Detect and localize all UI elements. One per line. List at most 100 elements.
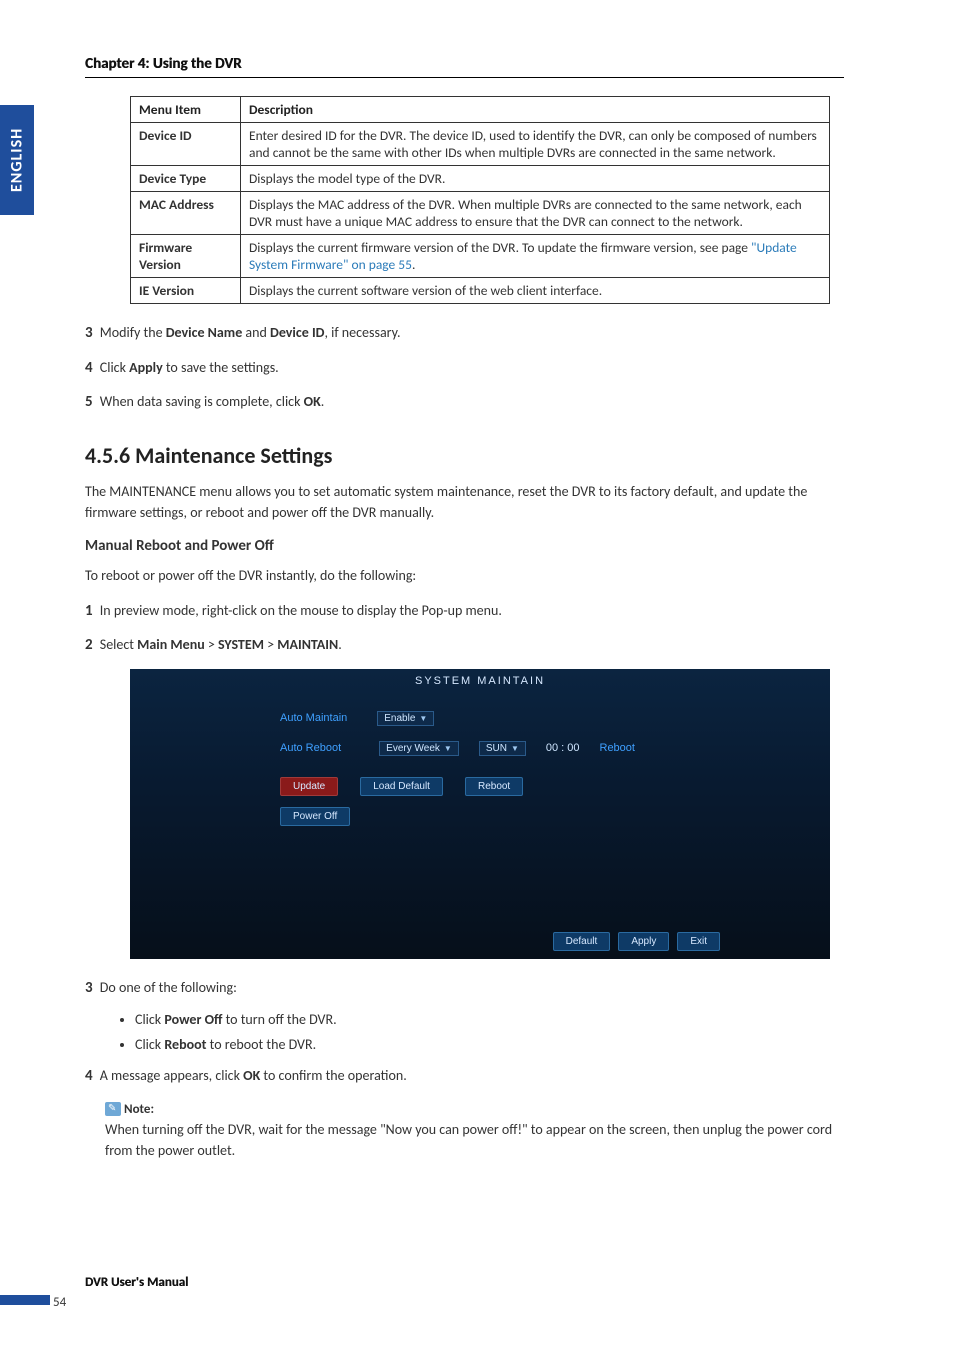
cell-menu-item: Device ID bbox=[131, 123, 241, 166]
step-number: 2 bbox=[85, 636, 93, 654]
auto-reboot-label: Auto Reboot bbox=[280, 742, 341, 754]
text: > bbox=[264, 636, 277, 653]
select-value: Enable bbox=[384, 713, 415, 724]
bold-text: Apply bbox=[129, 359, 163, 376]
step-3c: 3 Do one of the following: bbox=[85, 977, 844, 1000]
default-button[interactable]: Default bbox=[553, 932, 611, 951]
step-number: 1 bbox=[85, 602, 93, 620]
cell-description: Enter desired ID for the DVR. The device… bbox=[241, 123, 830, 166]
note-label: Note: bbox=[124, 1102, 154, 1117]
every-week-select[interactable]: Every Week ▼ bbox=[379, 741, 459, 756]
footer-bar bbox=[0, 1295, 50, 1305]
step-number: 4 bbox=[85, 359, 93, 377]
info-table: Menu Item Description Device ID Enter de… bbox=[130, 96, 830, 304]
time-value: 00 : 00 bbox=[546, 742, 580, 754]
table-row: Device Type Displays the model type of t… bbox=[131, 166, 830, 192]
cell-description: Displays the current software version of… bbox=[241, 278, 830, 304]
bold-text: OK bbox=[304, 393, 321, 410]
step-number: 4 bbox=[85, 1067, 93, 1085]
day-select[interactable]: SUN ▼ bbox=[479, 741, 526, 756]
text: to confirm the operation. bbox=[260, 1067, 407, 1084]
cell-menu-item: IE Version bbox=[131, 278, 241, 304]
page-content: Chapter 4: Using the DVR Menu Item Descr… bbox=[85, 55, 844, 1161]
bold-text: OK bbox=[243, 1067, 260, 1084]
note-text: When turning off the DVR, wait for the m… bbox=[105, 1119, 844, 1161]
table-row: MAC Address Displays the MAC address of … bbox=[131, 192, 830, 235]
language-tab: ENGLISH bbox=[0, 105, 34, 215]
select-value: SUN bbox=[486, 743, 507, 754]
bold-text: Device ID bbox=[270, 324, 325, 341]
sub-intro: To reboot or power off the DVR instantly… bbox=[85, 565, 844, 586]
chevron-down-icon: ▼ bbox=[419, 714, 427, 723]
load-default-button[interactable]: Load Default bbox=[360, 777, 443, 796]
bold-text: MAINTAIN bbox=[277, 636, 338, 653]
text: . bbox=[321, 393, 325, 410]
step-5: 5 When data saving is complete, click OK… bbox=[85, 391, 844, 414]
section-heading: 4.5.6 Maintenance Settings bbox=[85, 442, 844, 469]
cell-description: Displays the current firmware version of… bbox=[241, 235, 830, 278]
text: . bbox=[412, 256, 415, 273]
list-item: Click Power Off to turn off the DVR. bbox=[135, 1011, 844, 1028]
exit-button[interactable]: Exit bbox=[677, 932, 720, 951]
text: to save the settings. bbox=[163, 359, 279, 376]
text: Do one of the following: bbox=[100, 979, 237, 996]
auto-maintain-label: Auto Maintain bbox=[280, 712, 347, 724]
cell-description: Displays the model type of the DVR. bbox=[241, 166, 830, 192]
list-item: Click Reboot to reboot the DVR. bbox=[135, 1036, 844, 1053]
text: A message appears, click bbox=[100, 1067, 243, 1084]
text: and bbox=[242, 324, 270, 341]
note-icon bbox=[105, 1102, 121, 1116]
text: to reboot the DVR. bbox=[207, 1036, 317, 1053]
table-row: Firmware Version Displays the current fi… bbox=[131, 235, 830, 278]
chapter-title: Chapter 4: Using the DVR bbox=[85, 55, 844, 78]
text: Click bbox=[100, 359, 129, 376]
page-number: 54 bbox=[53, 1295, 66, 1310]
sub-heading: Manual Reboot and Power Off bbox=[85, 537, 844, 555]
text: Select bbox=[100, 636, 137, 653]
update-button[interactable]: Update bbox=[280, 777, 338, 796]
screenshot-title: SYSTEM MAINTAIN bbox=[130, 675, 830, 687]
step-3: 3 Modify the Device Name and Device ID, … bbox=[85, 322, 844, 345]
step-number: 3 bbox=[85, 979, 93, 997]
cell-menu-item: MAC Address bbox=[131, 192, 241, 235]
chevron-down-icon: ▼ bbox=[511, 744, 519, 753]
select-value: Every Week bbox=[386, 743, 440, 754]
bold-text: Reboot bbox=[164, 1036, 206, 1053]
table-row: Device ID Enter desired ID for the DVR. … bbox=[131, 123, 830, 166]
power-off-button[interactable]: Power Off bbox=[280, 807, 350, 826]
step-number: 5 bbox=[85, 393, 93, 411]
system-maintain-screenshot: SYSTEM MAINTAIN Auto Maintain Enable ▼ Au… bbox=[130, 669, 830, 959]
bullet-list: Click Power Off to turn off the DVR. Cli… bbox=[115, 1011, 844, 1053]
text: Modify the bbox=[100, 324, 166, 341]
text: In preview mode, right-click on the mous… bbox=[100, 602, 502, 619]
table-header-row: Menu Item Description bbox=[131, 97, 830, 123]
text: Displays the current firmware version of… bbox=[249, 239, 751, 256]
bold-text: Main Menu bbox=[137, 636, 205, 653]
reboot-button[interactable]: Reboot bbox=[465, 777, 523, 796]
table-row: IE Version Displays the current software… bbox=[131, 278, 830, 304]
note-block: Note: When turning off the DVR, wait for… bbox=[105, 1100, 844, 1161]
text: When data saving is complete, click bbox=[100, 393, 304, 410]
chevron-down-icon: ▼ bbox=[444, 744, 452, 753]
bold-text: Power Off bbox=[164, 1011, 222, 1028]
footer-manual: DVR User's Manual bbox=[85, 1275, 188, 1290]
th-menu-item: Menu Item bbox=[131, 97, 241, 123]
text: . bbox=[338, 636, 342, 653]
text: , if necessary. bbox=[325, 324, 401, 341]
step-2b: 2 Select Main Menu > SYSTEM > MAINTAIN. bbox=[85, 634, 844, 657]
step-4c: 4 A message appears, click OK to confirm… bbox=[85, 1065, 844, 1088]
step-1b: 1 In preview mode, right-click on the mo… bbox=[85, 600, 844, 623]
reboot-label: Reboot bbox=[600, 742, 635, 754]
enable-select[interactable]: Enable ▼ bbox=[377, 711, 434, 726]
section-intro: The MAINTENANCE menu allows you to set a… bbox=[85, 481, 844, 523]
apply-button[interactable]: Apply bbox=[618, 932, 669, 951]
text: Click bbox=[135, 1011, 164, 1028]
cell-description: Displays the MAC address of the DVR. Whe… bbox=[241, 192, 830, 235]
th-description: Description bbox=[241, 97, 830, 123]
bold-text: Device Name bbox=[166, 324, 243, 341]
step-number: 3 bbox=[85, 324, 93, 342]
text: > bbox=[205, 636, 218, 653]
bold-text: SYSTEM bbox=[218, 636, 264, 653]
text: Click bbox=[135, 1036, 164, 1053]
text: to turn off the DVR. bbox=[222, 1011, 336, 1028]
